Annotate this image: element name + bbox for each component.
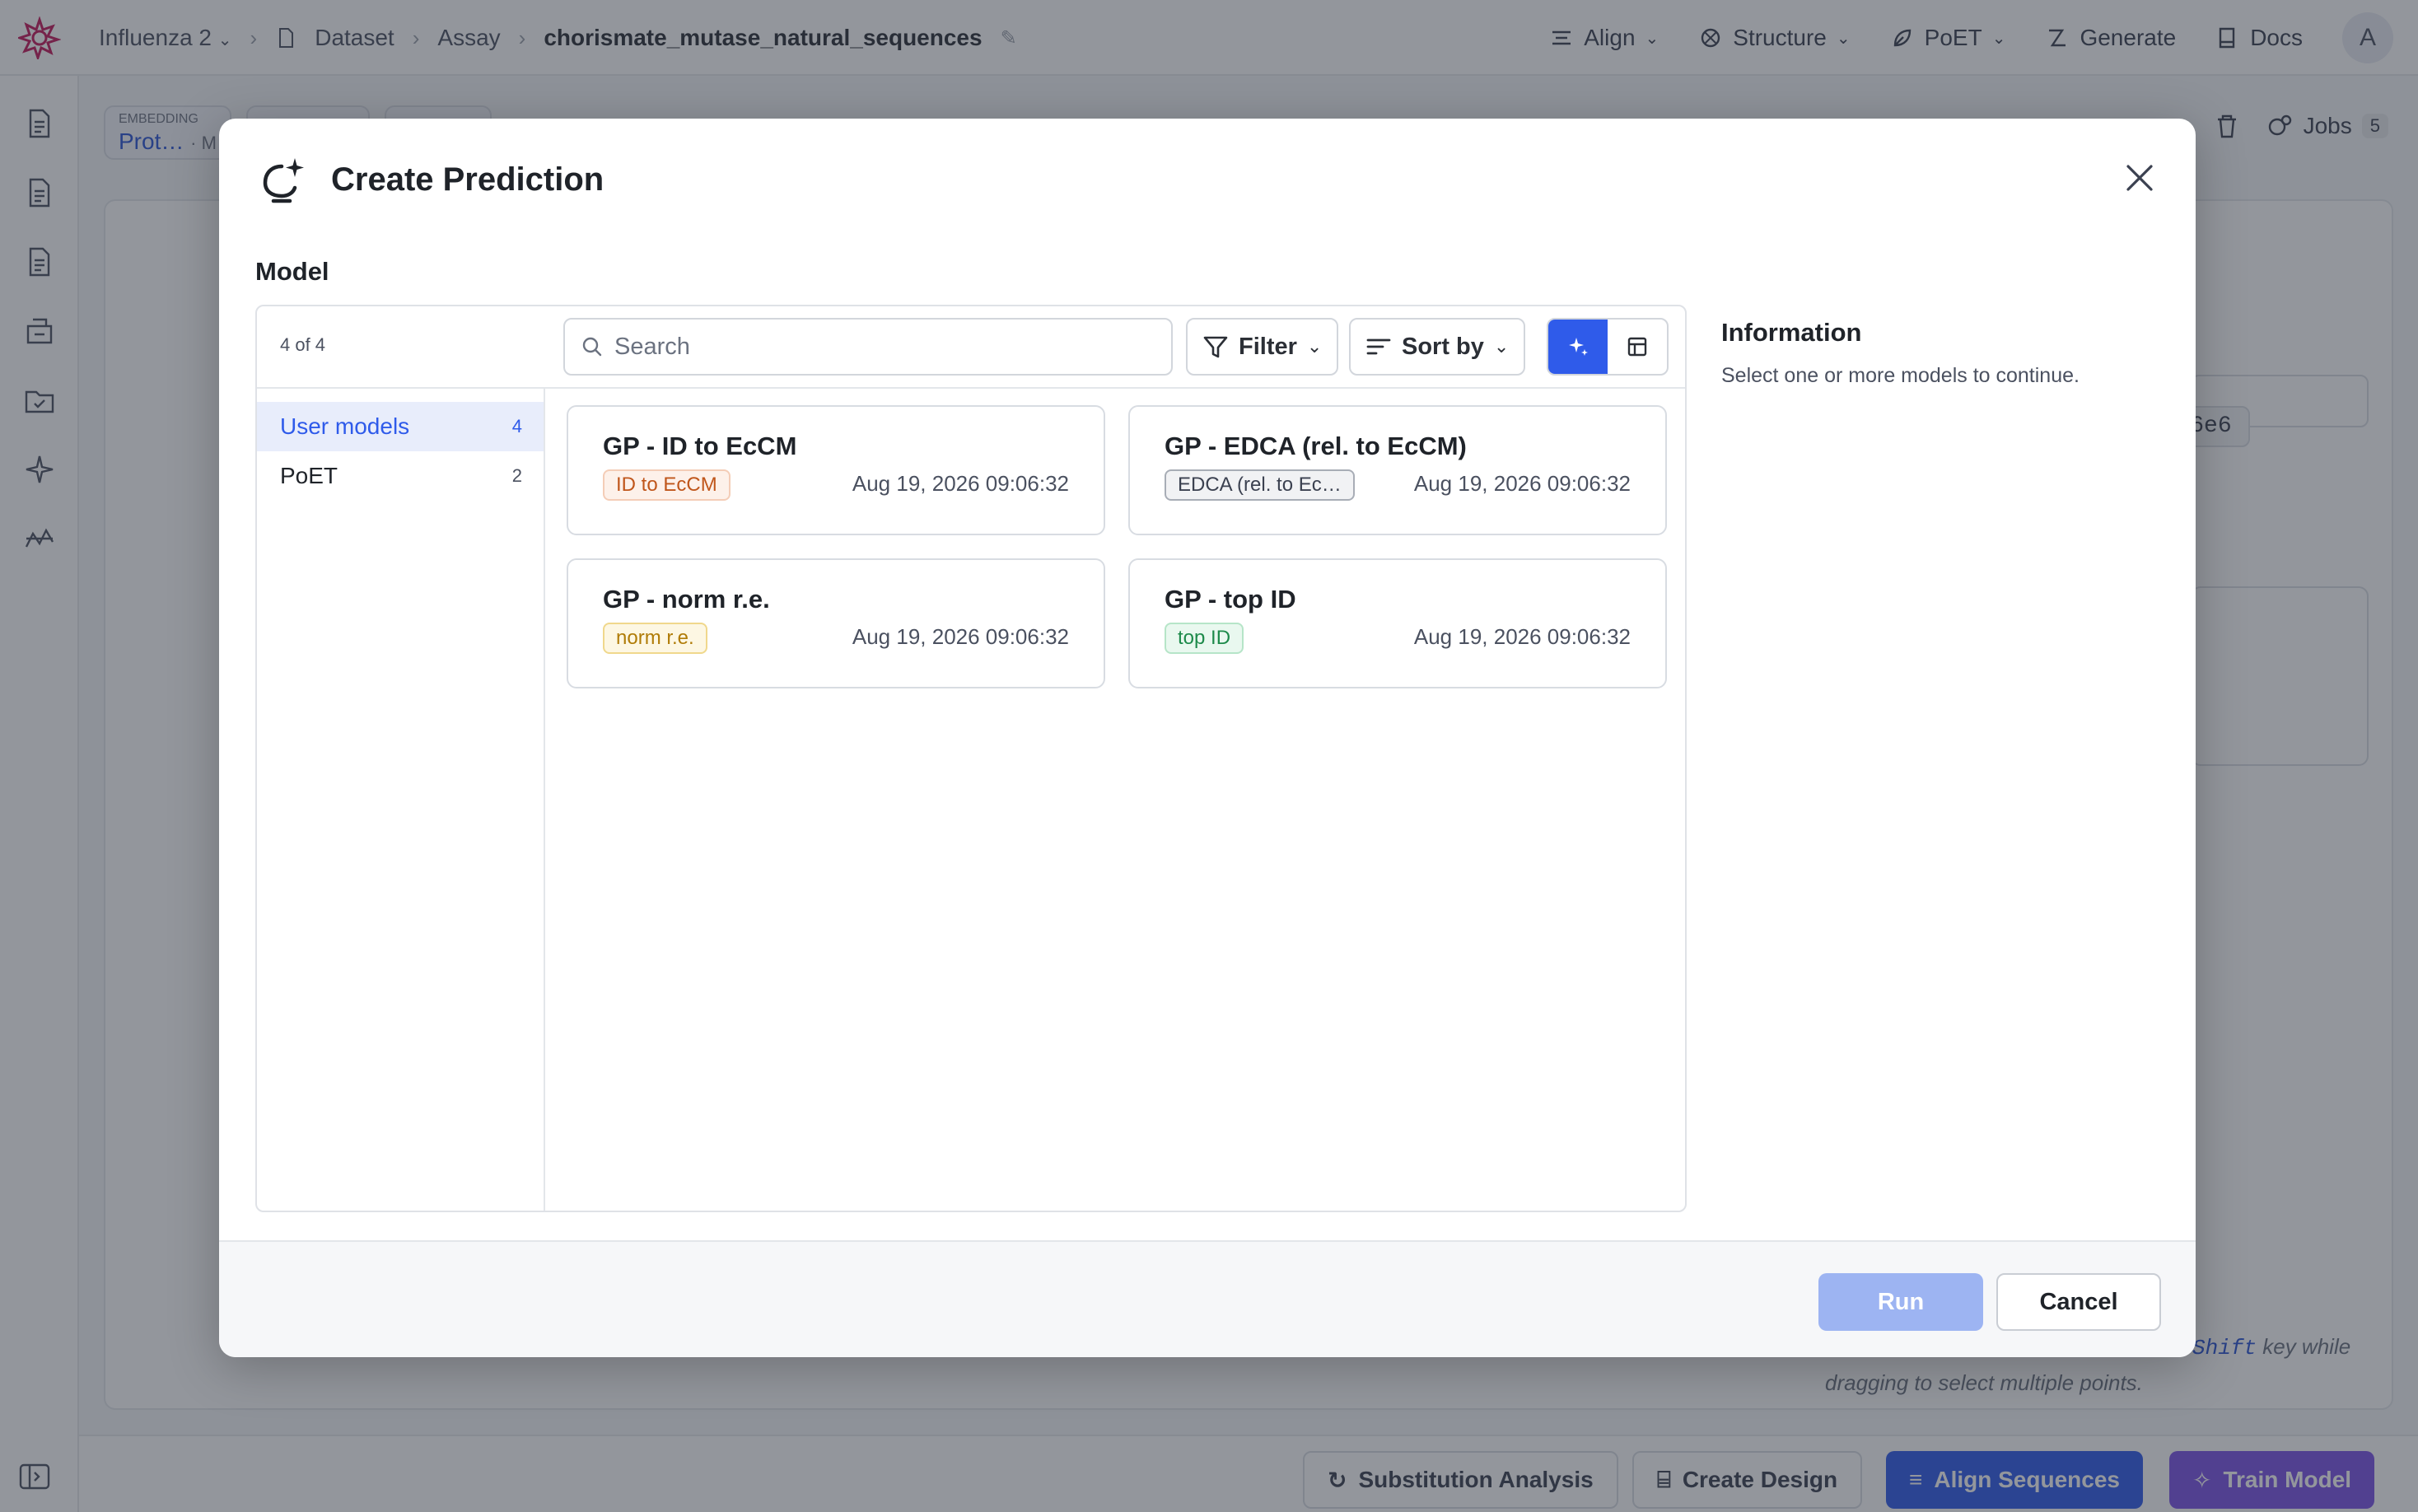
model-card[interactable]: GP - EDCA (rel. to EcCM) EDCA (rel. to E… xyxy=(1128,405,1667,535)
filter-icon xyxy=(1203,336,1228,358)
result-count: 4 of 4 xyxy=(280,334,326,355)
model-card-title: GP - top ID xyxy=(1165,585,1296,614)
view-toggle xyxy=(1547,318,1669,376)
table-icon xyxy=(1627,337,1647,357)
sparkle-icon xyxy=(1569,338,1588,356)
model-card-date: Aug 19, 2026 09:06:32 xyxy=(1413,471,1631,496)
information-panel: Information Select one or more models to… xyxy=(1721,305,2166,388)
dialog-title: Create Prediction xyxy=(331,161,604,198)
model-card-title: GP - norm r.e. xyxy=(603,585,770,614)
category-count: 2 xyxy=(511,465,522,486)
model-card-tag: EDCA (rel. to Ec… xyxy=(1165,469,1355,501)
model-card-date: Aug 19, 2026 09:06:32 xyxy=(852,471,1069,496)
model-card-date: Aug 19, 2026 09:06:32 xyxy=(1413,624,1631,649)
model-card-tag: norm r.e. xyxy=(603,623,707,654)
model-card-date: Aug 19, 2026 09:06:32 xyxy=(852,624,1069,649)
card-view-toggle[interactable] xyxy=(1548,320,1608,374)
sort-button[interactable]: Sort by ⌄ xyxy=(1349,318,1526,376)
table-view-toggle[interactable] xyxy=(1608,320,1667,374)
chevron-down-icon: ⌄ xyxy=(1306,336,1323,357)
filter-button[interactable]: Filter ⌄ xyxy=(1186,318,1339,376)
model-category-list: User models 4 PoET 2 xyxy=(257,389,545,1211)
dialog-header: Create Prediction xyxy=(219,119,2196,242)
model-card-tag: ID to EcCM xyxy=(603,469,731,501)
sort-icon xyxy=(1366,338,1391,355)
model-card-tag: top ID xyxy=(1165,623,1244,654)
information-title: Information xyxy=(1721,318,1862,347)
model-section-label: Model xyxy=(255,257,329,286)
model-card[interactable]: GP - ID to EcCM ID to EcCM Aug 19, 2026 … xyxy=(567,405,1105,535)
search-icon xyxy=(582,337,602,357)
cancel-button[interactable]: Cancel xyxy=(1996,1273,2161,1331)
model-card[interactable]: GP - norm r.e. norm r.e. Aug 19, 2026 09… xyxy=(567,558,1105,688)
category-user-models[interactable]: User models 4 xyxy=(257,402,544,451)
picker-toolbar: 4 of 4 Filter ⌄ Sort by ⌄ xyxy=(257,306,1685,389)
close-icon[interactable] xyxy=(2122,160,2158,196)
information-text: Select one or more models to continue. xyxy=(1721,364,2080,387)
category-poet[interactable]: PoET 2 xyxy=(257,451,544,501)
prediction-icon xyxy=(263,158,304,203)
dialog-footer: Run Cancel xyxy=(219,1240,2196,1357)
search-field[interactable] xyxy=(563,318,1173,376)
run-button[interactable]: Run xyxy=(1818,1273,1983,1331)
model-card-title: GP - EDCA (rel. to EcCM) xyxy=(1165,432,1467,460)
model-picker: 4 of 4 Filter ⌄ Sort by ⌄ xyxy=(255,305,1687,1212)
chevron-down-icon: ⌄ xyxy=(1493,336,1510,357)
category-count: 4 xyxy=(511,416,522,436)
model-card[interactable]: GP - top ID top ID Aug 19, 2026 09:06:32 xyxy=(1128,558,1667,688)
create-prediction-dialog: Create Prediction Model 4 of 4 Filter ⌄ … xyxy=(219,119,2196,1357)
model-card-title: GP - ID to EcCM xyxy=(603,432,797,460)
search-input[interactable] xyxy=(614,333,1141,361)
